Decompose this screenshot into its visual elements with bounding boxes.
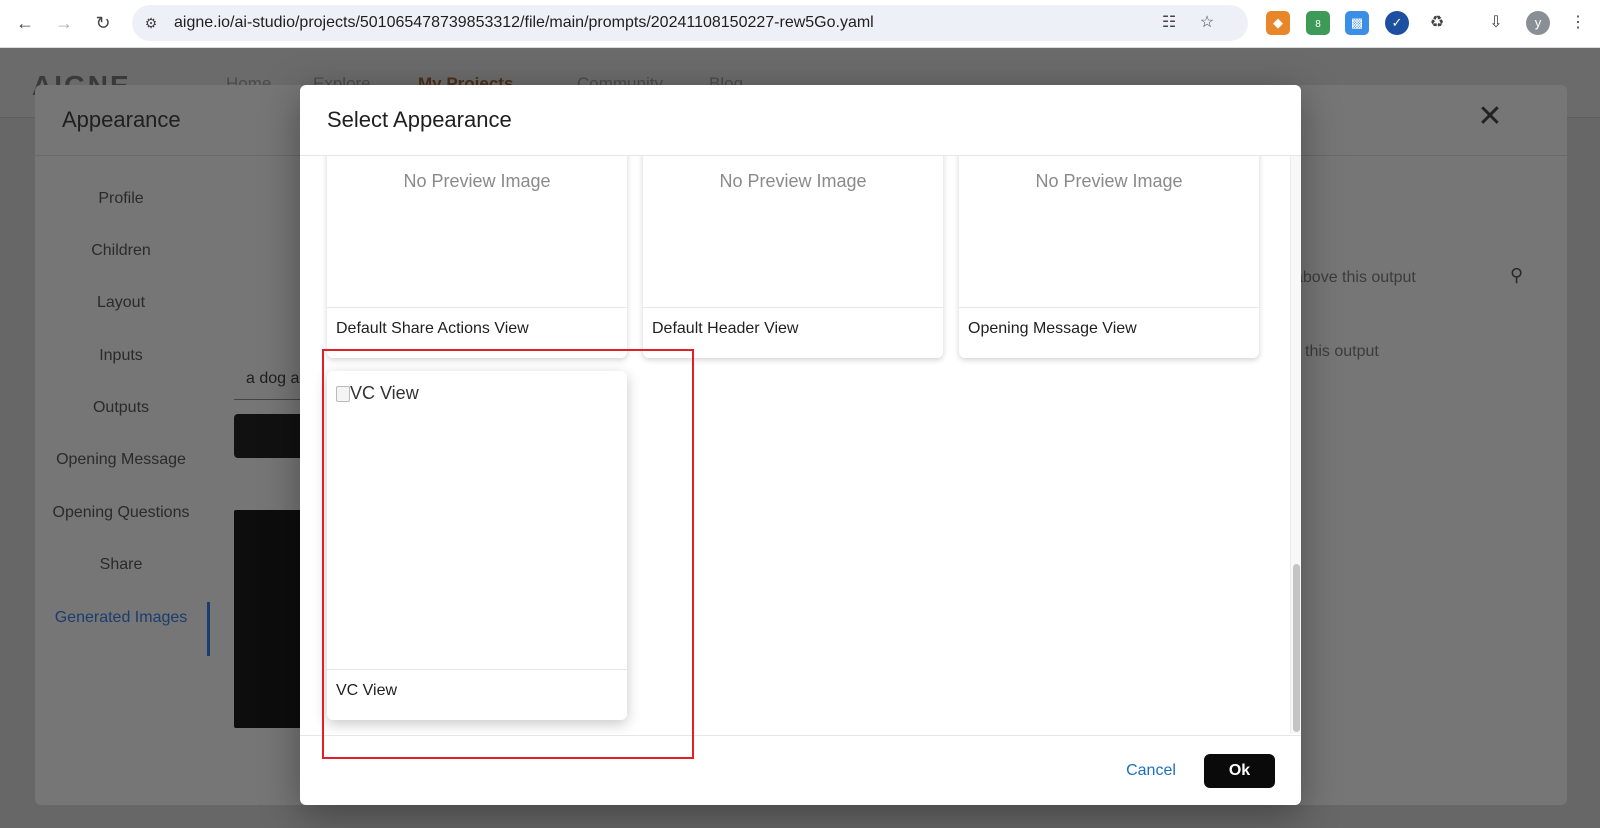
sidebar-item-inputs[interactable]: Inputs	[35, 347, 207, 365]
download-icon[interactable]: ⇩	[1484, 11, 1508, 35]
extension-badge-count: 8	[1315, 19, 1321, 30]
cancel-button[interactable]: Cancel	[1120, 754, 1182, 788]
reload-icon[interactable]: ↻	[90, 10, 116, 36]
kebab-menu-icon[interactable]: ⋮	[1566, 11, 1590, 35]
ok-button[interactable]: Ok	[1204, 754, 1275, 788]
forward-arrow-icon[interactable]: →	[51, 10, 77, 36]
sidebar-active-indicator	[207, 602, 210, 656]
url-text[interactable]: aigne.io/ai-studio/projects/501065478739…	[174, 14, 874, 32]
metamask-extension-icon[interactable]: ◆	[1266, 11, 1290, 35]
site-settings-icon[interactable]: ⚙	[140, 12, 162, 34]
translate-icon[interactable]: ☷	[1158, 12, 1180, 34]
search-icon[interactable]: ⚲	[1510, 265, 1523, 286]
no-preview-text: No Preview Image	[403, 171, 551, 191]
profile-avatar[interactable]: y	[1526, 11, 1550, 35]
sidebar-item-opening-message[interactable]: Opening Message	[35, 451, 207, 469]
select-appearance-title: Select Appearance	[327, 107, 512, 132]
sidebar-item-profile[interactable]: Profile	[35, 190, 207, 208]
browser-toolbar: ← → ↻ ⚙ aigne.io/ai-studio/projects/5010…	[0, 0, 1600, 48]
puzzle-extensions-icon[interactable]: ♻	[1425, 11, 1449, 35]
output-placeholder[interactable]: this output	[1305, 343, 1379, 361]
close-icon[interactable]: ✕	[1475, 102, 1505, 133]
sidebar-item-share[interactable]: Share	[35, 556, 207, 574]
no-preview-text: No Preview Image	[719, 171, 867, 191]
window-extension-icon[interactable]: ▩	[1345, 11, 1369, 35]
bookmark-star-icon[interactable]: ☆	[1196, 12, 1218, 34]
appearance-card-share-actions[interactable]: No Preview Image Default Share Actions V…	[327, 156, 627, 358]
appearance-card-header[interactable]: No Preview Image Default Header View	[643, 156, 943, 358]
sidebar-item-opening-questions[interactable]: Opening Questions	[35, 504, 207, 522]
appearance-title: Appearance	[62, 107, 181, 132]
highlight-annotation-box	[322, 349, 694, 759]
check-extension-icon[interactable]: ✓	[1385, 11, 1409, 35]
sidebar-item-children[interactable]: Children	[35, 242, 207, 260]
card-label: Opening Message View	[959, 307, 1259, 358]
scrollbar-thumb[interactable]	[1293, 564, 1300, 732]
scrollbar[interactable]	[1290, 156, 1301, 734]
appearance-card-opening-message[interactable]: No Preview Image Opening Message View	[959, 156, 1259, 358]
sidebar-item-layout[interactable]: Layout	[35, 294, 207, 312]
sidebar-item-generated-images[interactable]: Generated Images	[35, 609, 207, 627]
no-preview-text: No Preview Image	[1035, 171, 1183, 191]
search-placeholder[interactable]: above this output	[1294, 269, 1416, 287]
sidebar-item-outputs[interactable]: Outputs	[35, 399, 207, 417]
extension-badge-icon[interactable]: 8	[1306, 11, 1330, 35]
address-bar[interactable]: ⚙ aigne.io/ai-studio/projects/5010654787…	[132, 5, 1248, 41]
back-arrow-icon[interactable]: ←	[12, 10, 38, 36]
